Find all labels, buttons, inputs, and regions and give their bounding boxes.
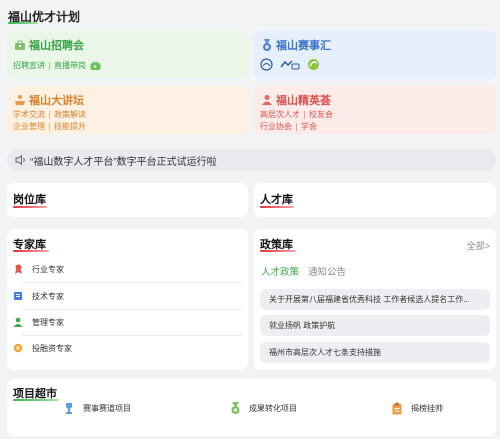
- divider: [296, 122, 297, 131]
- lecture-title: 福山大讲坛: [29, 95, 84, 107]
- title-underline: [8, 22, 38, 24]
- policy-library-card: 政策库 全部> 人才政策 通知公告 关于开展第八届福建省优秀科技 工作者候选人提…: [254, 229, 496, 370]
- contest-title: 福山赛事汇: [276, 40, 331, 52]
- contest-logo-3-icon[interactable]: [307, 58, 320, 71]
- title-underline: [260, 250, 296, 252]
- divider: [304, 110, 305, 119]
- expert-item-investment[interactable]: 投融资专家: [13, 335, 243, 361]
- lecture-card[interactable]: 福山大讲坛 学术交流 政策解读 企业管理 技能提升: [7, 86, 248, 134]
- link-enterprise[interactable]: 企业管理: [13, 121, 45, 132]
- coin-icon: [13, 343, 23, 353]
- briefcase-icon: [13, 39, 26, 52]
- notice-text: “福山数字人才平台”数字平台正式试运行啦: [30, 156, 217, 168]
- recruit-title: 福山招聘会: [29, 40, 84, 52]
- expert-item-label: 投融资专家: [32, 343, 72, 353]
- link-skills[interactable]: 技能提升: [54, 121, 86, 132]
- talent-library-title: 人才库: [260, 194, 293, 206]
- talent-library-card[interactable]: 人才库: [254, 183, 496, 217]
- link-live-job[interactable]: 直播带岗: [54, 60, 86, 71]
- clipboard-icon: [390, 401, 404, 415]
- book-icon: [13, 291, 23, 301]
- contest-logo-1-icon[interactable]: [260, 58, 273, 71]
- project-item-label: 成果转化项目: [249, 403, 297, 413]
- expert-item-label: 技术专家: [32, 291, 64, 301]
- expert-item-label: 管理专家: [32, 317, 64, 327]
- link-academic[interactable]: 学术交流: [13, 109, 45, 120]
- lectern-icon: [13, 94, 26, 107]
- divider: [49, 61, 50, 70]
- title-underline: [13, 399, 59, 401]
- tab-talent-policy[interactable]: 人才政策: [261, 264, 299, 278]
- link-recruit-talk[interactable]: 招聘宣讲: [13, 60, 45, 71]
- link-high-talent[interactable]: 高层次人才: [260, 109, 300, 120]
- speaker-icon: [15, 155, 27, 165]
- expert-item-industry[interactable]: 行业专家: [13, 256, 243, 282]
- job-library-card[interactable]: 岗位库: [7, 183, 248, 217]
- policy-list-item[interactable]: 福州市高层次人才七条支持措施: [260, 342, 490, 363]
- notice-bar[interactable]: “福山数字人才平台”数字平台正式试运行啦: [7, 149, 496, 171]
- expert-item-management[interactable]: 管理专家: [13, 309, 243, 335]
- elite-title: 福山精英荟: [276, 95, 331, 107]
- policy-list-item[interactable]: 关于开展第八届福建省优秀科技 工作者候选人提名工作...: [260, 289, 490, 310]
- project-market-card: 项目超市 赛事赛道项目 成果转化项目 揭榜挂帅: [7, 379, 496, 436]
- divider: [49, 110, 50, 119]
- tab-announcements[interactable]: 通知公告: [308, 264, 346, 278]
- contest-logo-2-icon[interactable]: [280, 59, 300, 71]
- title-underline: [13, 206, 47, 208]
- link-alumni[interactable]: 校友会: [309, 109, 333, 120]
- link-policy-read[interactable]: 政策解读: [54, 109, 86, 120]
- project-item-label: 揭榜挂帅: [411, 403, 443, 413]
- contest-card[interactable]: 福山赛事汇: [254, 31, 496, 79]
- person-icon: [260, 94, 273, 107]
- divider: [49, 122, 50, 131]
- expert-library-card: 专家库 行业专家 技术专家 管理专家 投融资专家: [7, 229, 248, 370]
- medal-icon: [260, 38, 273, 52]
- live-icon: [90, 60, 101, 71]
- user-icon: [13, 317, 23, 327]
- trophy-icon: [62, 401, 76, 415]
- link-society[interactable]: 学会: [301, 121, 317, 132]
- policy-list-item[interactable]: 就业扬帆 政策护航: [260, 315, 490, 336]
- expert-item-tech[interactable]: 技术专家: [13, 283, 243, 309]
- title-underline: [13, 250, 49, 252]
- project-item-contest[interactable]: 赛事赛道项目: [62, 401, 131, 415]
- ribbon-icon: [13, 264, 23, 274]
- expert-item-label: 行业专家: [32, 264, 64, 274]
- project-item-challenge[interactable]: 揭榜挂帅: [390, 401, 443, 415]
- project-item-transfer[interactable]: 成果转化项目: [228, 401, 297, 415]
- medal-icon: [228, 401, 242, 415]
- title-underline: [260, 206, 294, 208]
- view-all-link[interactable]: 全部>: [467, 239, 490, 252]
- recruit-card[interactable]: 福山招聘会 招聘宣讲 直播带岗: [7, 31, 248, 79]
- project-item-label: 赛事赛道项目: [83, 403, 131, 413]
- job-library-title: 岗位库: [13, 194, 46, 206]
- elite-card[interactable]: 福山精英荟 高层次人才 校友会 行业协会 学会: [254, 86, 496, 134]
- link-industry[interactable]: 行业协会: [260, 121, 292, 132]
